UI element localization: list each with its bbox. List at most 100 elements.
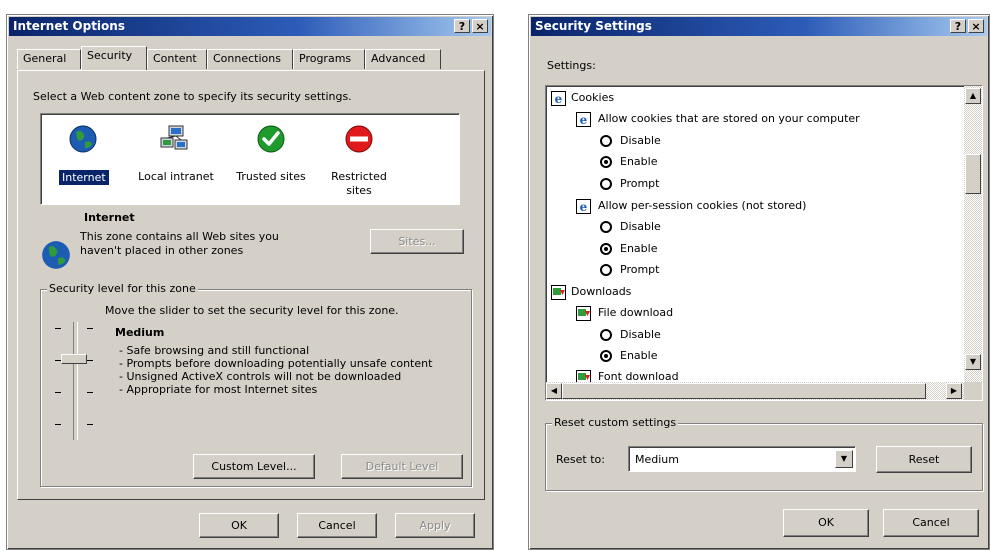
zone-local-intranet[interactable]: Local intranet	[131, 122, 221, 202]
apply-button[interactable]: Apply	[395, 513, 475, 538]
vertical-scrollbar[interactable]: ▲ ▼	[964, 86, 982, 382]
radio-prompt[interactable]	[600, 178, 612, 190]
slider-tick	[55, 392, 61, 393]
ie-settings-icon: e	[576, 199, 591, 214]
slider-tick	[55, 424, 61, 425]
reset-custom-settings-group: Reset custom settings Reset to: Medium ▼…	[545, 416, 983, 491]
radio-label: Disable	[620, 134, 661, 147]
reset-to-value: Medium	[635, 453, 679, 466]
radio-label: Disable	[620, 328, 661, 341]
globe-icon	[69, 125, 97, 153]
custom-level-button[interactable]: Custom Level...	[193, 454, 315, 479]
slider-tick	[55, 328, 61, 329]
cancel-button[interactable]: Cancel	[297, 513, 377, 538]
zone-trusted-sites[interactable]: Trusted sites	[229, 122, 313, 202]
radio-prompt[interactable]	[600, 264, 612, 276]
settings-tree: e Cookies e Allow cookies that are store…	[545, 85, 983, 401]
tree-item-allow-stored-cookies[interactable]: Allow cookies that are stored on your co…	[598, 112, 860, 125]
radio-disable[interactable]	[600, 329, 612, 341]
zone-label-local-intranet: Local intranet	[138, 170, 214, 183]
check-icon	[257, 125, 285, 153]
radio-label: Enable	[620, 155, 658, 168]
svg-text:e: e	[580, 200, 588, 214]
security-level-name: Medium	[115, 326, 165, 339]
slider-instruction: Move the slider to set the security leve…	[105, 304, 399, 317]
sites-button[interactable]: Sites...	[370, 229, 464, 254]
tab-content[interactable]: Content	[147, 49, 207, 69]
vertical-scroll-thumb[interactable]	[965, 154, 981, 194]
zone-prompt: Select a Web content zone to specify its…	[33, 90, 352, 103]
selected-zone-description-line2: haven't placed in other zones	[80, 244, 244, 257]
slider-tick	[87, 360, 93, 361]
help-button[interactable]: ?	[950, 19, 966, 33]
security-level-desc: - Prompts before downloading potentially…	[119, 357, 433, 370]
close-button[interactable]: ×	[472, 19, 488, 33]
scroll-left-arrow-icon[interactable]: ◀	[546, 383, 562, 399]
radio-label: Enable	[620, 349, 658, 362]
close-button[interactable]: ×	[968, 19, 984, 33]
reset-group-label: Reset custom settings	[552, 416, 679, 429]
cancel-button[interactable]: Cancel	[883, 509, 979, 537]
tab-programs[interactable]: Programs	[293, 49, 365, 69]
internet-options-window: Internet Options ? × General Security Co…	[6, 14, 494, 550]
slider-thumb[interactable]	[61, 354, 87, 364]
security-level-desc: - Unsigned ActiveX controls will not be …	[119, 370, 402, 383]
security-level-group-label: Security level for this zone	[47, 282, 198, 295]
tab-strip: General Security Content Connections Pro…	[17, 46, 487, 71]
zone-restricted-sites[interactable]: Restricted sites	[321, 122, 397, 202]
scroll-right-arrow-icon[interactable]: ▶	[946, 383, 962, 399]
radio-label: Prompt	[620, 177, 660, 190]
reset-to-label: Reset to:	[556, 453, 605, 466]
radio-disable[interactable]	[600, 221, 612, 233]
security-level-desc: - Appropriate for most Internet sites	[119, 383, 318, 396]
scroll-up-arrow-icon[interactable]: ▲	[965, 88, 981, 104]
settings-label: Settings:	[547, 59, 596, 72]
window-title: Security Settings	[535, 19, 652, 33]
horizontal-scroll-thumb[interactable]	[562, 383, 926, 399]
help-button[interactable]: ?	[454, 19, 470, 33]
ok-button[interactable]: OK	[783, 509, 869, 537]
window-title: Internet Options	[13, 19, 125, 33]
reset-button[interactable]: Reset	[876, 446, 972, 473]
tree-item-allow-session-cookies[interactable]: Allow per-session cookies (not stored)	[598, 199, 806, 212]
radio-label: Prompt	[620, 263, 660, 276]
zone-label-trusted-sites: Trusted sites	[236, 170, 306, 183]
download-icon	[551, 285, 566, 300]
tree-item-file-download[interactable]: File download	[598, 306, 673, 319]
security-level-slider[interactable]	[49, 322, 101, 442]
radio-disable[interactable]	[600, 135, 612, 147]
radio-label: Enable	[620, 242, 658, 255]
tab-general[interactable]: General	[17, 49, 81, 69]
slider-track	[73, 322, 78, 440]
radio-enable[interactable]	[600, 243, 612, 255]
slider-tick	[87, 392, 93, 393]
slider-tick	[87, 328, 93, 329]
tab-advanced[interactable]: Advanced	[365, 49, 441, 69]
zone-label-internet: Internet	[58, 169, 110, 186]
ie-settings-icon: e	[576, 112, 591, 127]
slider-tick	[87, 424, 93, 425]
tree-item-downloads[interactable]: Downloads	[571, 285, 631, 298]
ok-button[interactable]: OK	[199, 513, 279, 538]
security-level-group: Security level for this zone Move the sl…	[40, 282, 472, 487]
zone-internet[interactable]: Internet	[51, 122, 115, 202]
horizontal-scrollbar[interactable]: ◀ ▶	[546, 382, 964, 400]
download-icon	[576, 306, 591, 321]
reset-to-dropdown[interactable]: Medium ▼	[628, 446, 856, 472]
ie-settings-icon: e	[551, 91, 566, 106]
security-settings-window: Security Settings ? × Settings: e Cookie…	[528, 14, 990, 550]
zone-list: Internet Local intranet Trusted sites Re…	[40, 113, 460, 205]
svg-text:e: e	[555, 92, 563, 106]
default-level-button[interactable]: Default Level	[341, 454, 463, 479]
chevron-down-icon[interactable]: ▼	[835, 450, 853, 468]
radio-enable[interactable]	[600, 156, 612, 168]
security-settings-titlebar: Security Settings ? ×	[531, 17, 987, 36]
selected-zone-title: Internet	[84, 211, 135, 224]
scroll-down-arrow-icon[interactable]: ▼	[965, 354, 981, 370]
security-tab-page: Select a Web content zone to specify its…	[17, 70, 485, 500]
radio-enable[interactable]	[600, 350, 612, 362]
tab-connections[interactable]: Connections	[207, 49, 293, 69]
tab-security[interactable]: Security	[81, 46, 147, 70]
zone-label-restricted-sites: Restricted sites	[331, 170, 387, 197]
tree-item-cookies[interactable]: Cookies	[571, 91, 614, 104]
